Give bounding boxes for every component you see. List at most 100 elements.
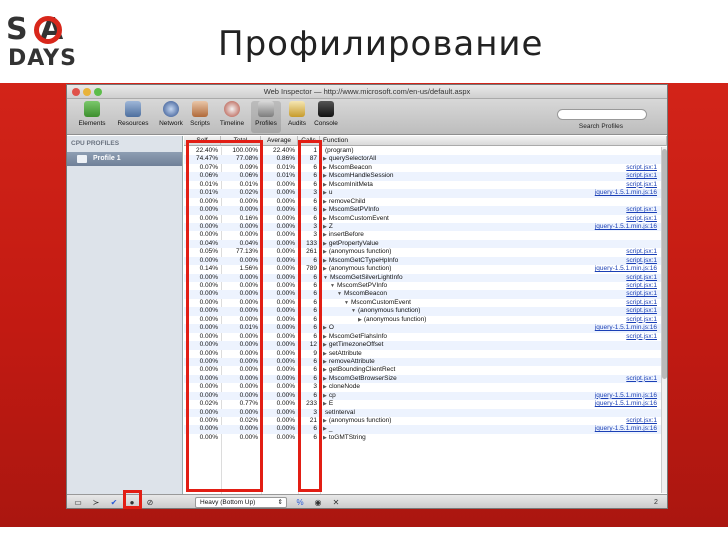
source-link[interactable]: script.jsx:1 [626,316,657,324]
source-link[interactable]: jquery-1.5.1.min.js:16 [595,223,657,231]
disclosure-expanded-icon[interactable]: ▼ [351,308,356,314]
focus-icon[interactable]: ◉ [313,498,323,507]
disclosure-collapsed-icon[interactable]: ▶ [323,224,327,230]
tab-scripts[interactable]: Scripts [187,101,213,133]
table-row[interactable]: 0.00% 0.00% 0.00% 6 ▶ toGMTString [184,434,667,442]
tab-console[interactable]: Console [311,101,341,133]
table-row[interactable]: 0.00% 0.16% 0.00% 6 ▶ MscomCustomEvent script.… [184,215,667,223]
column-total[interactable]: Total [221,136,261,146]
table-row[interactable]: 0.00% 0.00% 0.00% 6 ▼ MscomSetPVInfo script.js… [184,282,667,290]
tab-elements[interactable]: Elements [73,101,111,133]
source-link[interactable]: script.jsx:1 [626,417,657,425]
table-row[interactable]: 0.00% 0.00% 0.00% 6 ▶ removeAttribute [184,357,667,367]
tab-resources[interactable]: Resources [113,101,153,133]
table-row[interactable]: 0.00% 0.00% 0.00% 6 ▼ MscomCustomEvent script.… [184,299,667,307]
zoom-window-icon[interactable] [94,88,102,96]
disclosure-collapsed-icon[interactable]: ▶ [323,258,327,264]
table-row[interactable]: 0.00% 0.00% 0.00% 6 ▶ MscomGetCTypeHpInfo scri… [184,256,667,266]
disclosure-collapsed-icon[interactable]: ▶ [323,232,327,238]
table-row[interactable]: 0.00% 0.02% 0.00% 21 ▶ (anonymous function) sc… [184,417,667,425]
source-link[interactable]: jquery-1.5.1.min.js:16 [595,400,657,408]
clear-icon[interactable]: ⊘ [145,498,155,507]
source-link[interactable]: script.jsx:1 [626,290,657,298]
source-link[interactable]: script.jsx:1 [626,333,657,341]
source-link[interactable]: script.jsx:1 [626,282,657,290]
table-row[interactable]: 0.00% 0.00% 0.00% 6 ▶ (anonymous function) scr… [184,316,667,324]
disclosure-collapsed-icon[interactable]: ▶ [323,376,327,382]
table-scrollbar[interactable] [661,147,667,493]
percent-toggle-button[interactable]: % [295,498,305,507]
table-row[interactable]: 0.01% 0.02% 0.00% 3 ▶ u jquery-1.5.1.min.js:16 [184,189,667,198]
disclosure-collapsed-icon[interactable]: ▶ [358,317,362,323]
close-window-icon[interactable] [72,88,80,96]
table-row[interactable]: 0.00% 0.00% 0.00% 6 ▶ cp jquery-1.5.1.min.js:1… [184,391,667,401]
disclosure-collapsed-icon[interactable]: ▶ [323,418,327,424]
disclosure-collapsed-icon[interactable]: ▶ [323,342,327,348]
column-calls[interactable]: Calls [298,136,320,146]
disclosure-collapsed-icon[interactable]: ▶ [323,266,327,272]
disclosure-expanded-icon[interactable]: ▼ [323,275,328,281]
source-link[interactable]: jquery-1.5.1.min.js:16 [595,425,657,433]
enable-profiling-icon[interactable]: ✔ [109,498,119,507]
table-row[interactable]: 0.00% 0.00% 0.00% 6 ▶ getBoundingClientRect [184,366,667,374]
table-row[interactable]: 0.00% 0.00% 0.00% 9 ▶ setAttribute [184,350,667,358]
minimize-window-icon[interactable] [83,88,91,96]
disclosure-collapsed-icon[interactable]: ▶ [323,241,327,247]
record-icon[interactable]: ● [127,498,137,507]
disclosure-collapsed-icon[interactable]: ▶ [323,165,327,171]
source-link[interactable]: script.jsx:1 [626,181,657,189]
disclosure-collapsed-icon[interactable]: ▶ [323,207,327,213]
dock-icon[interactable]: ▭ [73,498,83,507]
source-link[interactable]: script.jsx:1 [626,375,657,383]
disclosure-collapsed-icon[interactable]: ▶ [323,190,327,196]
table-row[interactable]: 0.00% 0.00% 0.00% 6 ▶ MscomGetBrowserSize scri… [184,374,667,384]
disclosure-collapsed-icon[interactable]: ▶ [323,325,327,331]
sidebar-item-profile-1[interactable]: Profile 1 [67,152,182,166]
disclosure-collapsed-icon[interactable]: ▶ [323,426,327,432]
table-row[interactable]: 0.00% 0.00% 0.00% 6 ▶ MscomSetPVInfo script.js… [184,206,667,215]
tab-profiles[interactable]: Profiles [251,101,281,133]
table-row[interactable]: 0.00% 0.00% 0.00% 3 setInterval [184,408,667,417]
table-row[interactable]: 0.06% 0.06% 0.01% 6 ▶ MscomHandleSession scrip… [184,172,667,181]
disclosure-collapsed-icon[interactable]: ▶ [323,359,327,365]
source-link[interactable]: script.jsx:1 [626,164,657,172]
disclosure-collapsed-icon[interactable]: ▶ [323,249,327,255]
disclosure-collapsed-icon[interactable]: ▶ [323,334,327,340]
table-row[interactable]: 0.00% 0.00% 0.00% 12 ▶ getTimezoneOffset [184,341,667,350]
disclosure-collapsed-icon[interactable]: ▶ [323,401,327,407]
table-row[interactable]: 0.04% 0.04% 0.00% 133 ▶ getPropertyValue [184,239,667,249]
table-row[interactable]: 0.00% 0.00% 0.00% 6 ▼ (anonymous function) scr… [184,307,667,316]
source-link[interactable]: script.jsx:1 [626,248,657,256]
table-row[interactable]: 0.02% 0.77% 0.00% 233 ▶ Ejquery-1.5.1.min.js:… [184,400,667,408]
tab-network[interactable]: Network [155,101,187,133]
table-row[interactable]: 0.00% 0.00% 0.00% 6 ▶ _ jquery-1.5.1.min.js:16 [184,425,667,434]
disclosure-expanded-icon[interactable]: ▼ [344,300,349,306]
disclosure-collapsed-icon[interactable]: ▶ [323,199,327,205]
view-mode-select[interactable]: Heavy (Bottom Up) ⇕ [195,497,287,508]
table-row[interactable]: 0.14% 1.56% 0.00% 789 ▶ (anonymous function) j… [184,265,667,273]
disclosure-collapsed-icon[interactable]: ▶ [323,393,327,399]
disclosure-collapsed-icon[interactable]: ▶ [323,216,327,222]
table-row[interactable]: 0.00% 0.00% 0.00% 6 ▼ MscomBeacon script.jsx:1 [184,290,667,299]
table-row[interactable]: 0.00% 0.00% 0.00% 6 ▶ removeChild [184,198,667,206]
table-row[interactable]: 0.05% 77.13% 0.00% 261 ▶ (anonymous function)… [184,248,667,256]
table-row[interactable]: 0.00% 0.00% 0.00% 3 ▶ cloneNode [184,383,667,391]
source-link[interactable]: jquery-1.5.1.min.js:16 [595,189,657,197]
source-link[interactable]: jquery-1.5.1.min.js:16 [595,392,657,400]
column-function[interactable]: Function [320,136,667,146]
disclosure-expanded-icon[interactable]: ▼ [330,283,335,289]
table-row[interactable]: 0.00% 0.00% 0.00% 3 ▶ Zjquery-1.5.1.min.js:16 [184,222,667,232]
disclosure-expanded-icon[interactable]: ▼ [337,291,342,297]
table-row[interactable]: 0.00% 0.00% 0.00% 3 ▶ insertBefore [184,231,667,239]
table-row[interactable]: 74.47% 77.08% 0.86% 87 ▶ querySelectorAll [184,155,667,164]
disclosure-collapsed-icon[interactable]: ▶ [323,435,327,441]
source-link[interactable]: script.jsx:1 [626,215,657,223]
table-row[interactable]: 22.40% 100.00% 22.40% 1 (program) [184,147,667,155]
disclosure-collapsed-icon[interactable]: ▶ [323,367,327,373]
column-average[interactable]: Average [261,136,298,146]
table-row[interactable]: 0.01% 0.01% 0.00% 6 ▶ MscomInitMeta script.jsx… [184,181,667,189]
disclosure-collapsed-icon[interactable]: ▶ [323,384,327,390]
table-row[interactable]: 0.00% 0.00% 0.00% 6 ▶ MscomGetFlahsInfo script… [184,333,667,341]
source-link[interactable]: script.jsx:1 [626,172,657,180]
scrollbar-thumb[interactable] [662,149,667,379]
